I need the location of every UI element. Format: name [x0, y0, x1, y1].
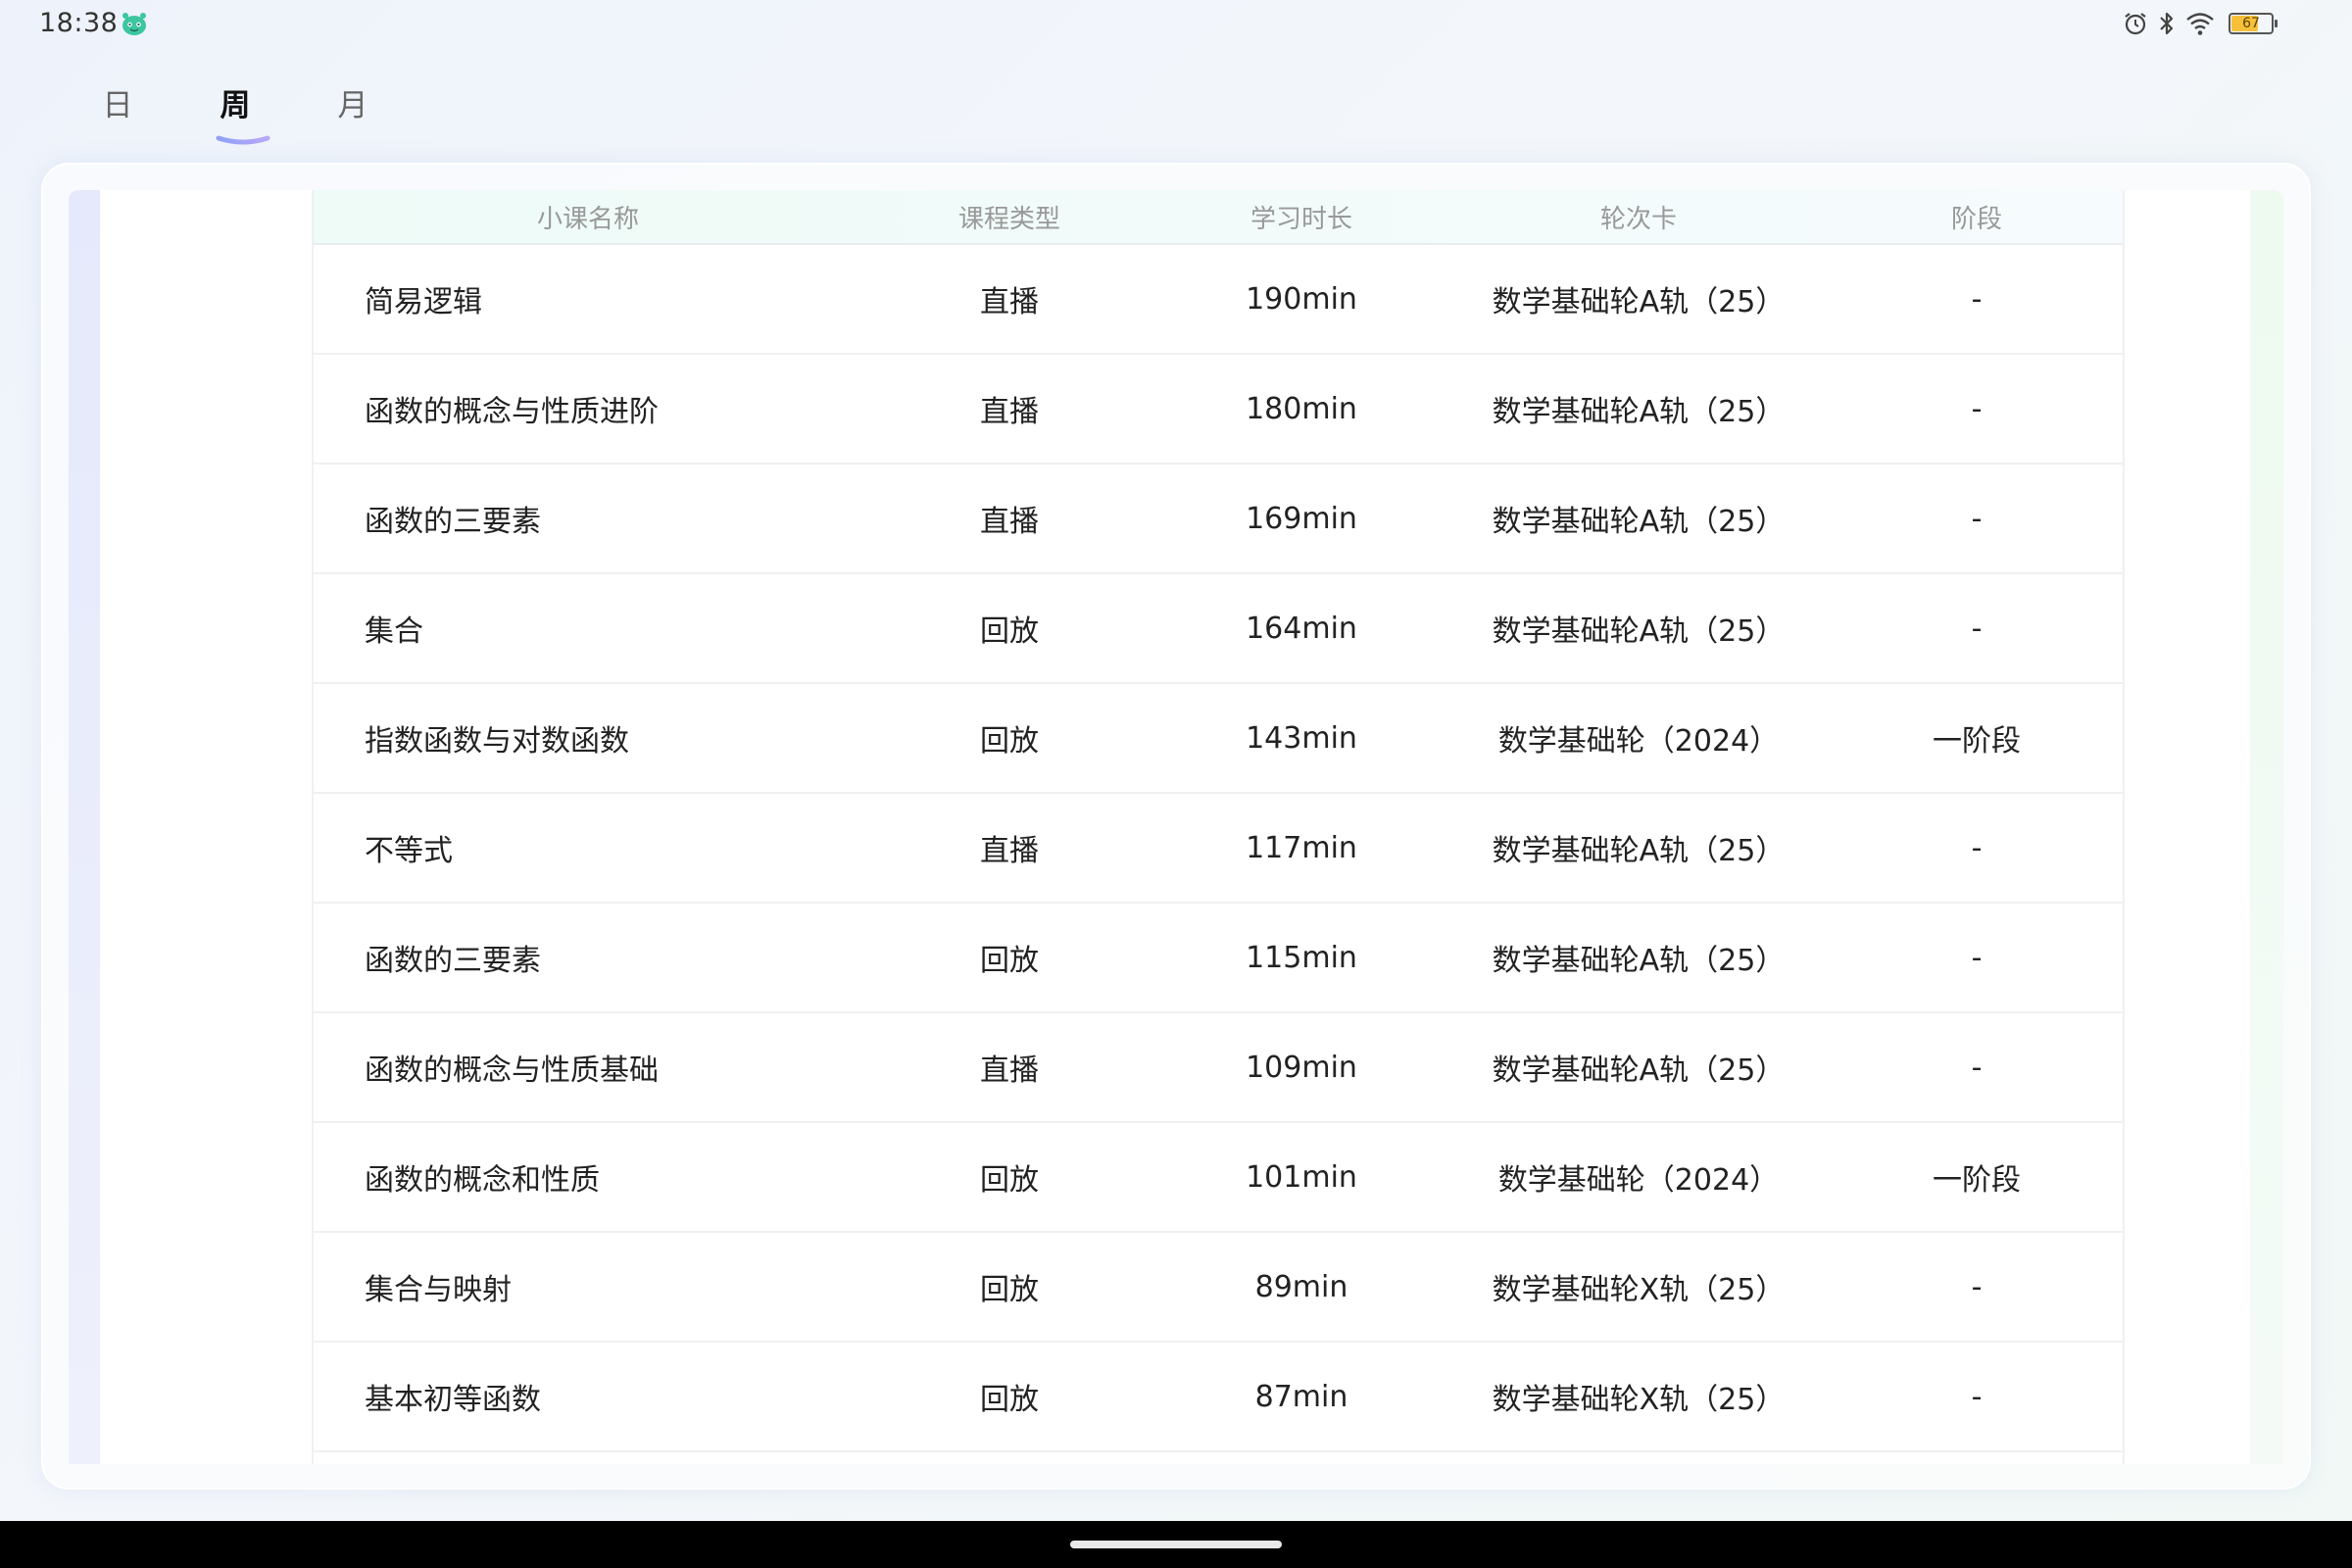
- stage-cell: -: [1971, 391, 1983, 426]
- lesson-name-cell: 函数的三要素: [365, 944, 541, 978]
- app-notification-icon: [122, 13, 146, 35]
- course-type-cell: 回放: [980, 1383, 1039, 1417]
- stage-cell: 一阶段: [1933, 724, 2021, 759]
- status-time: 18:38: [39, 8, 119, 38]
- header-course-type: 课程类型: [957, 204, 1060, 234]
- stage-cell: -: [1971, 281, 1983, 317]
- lesson-name-cell: 不等式: [365, 834, 453, 868]
- table-row[interactable]: 函数的概念和性质 回放 101min 数学基础轮（2024） 一阶段: [314, 1123, 2123, 1233]
- stage-cell: 一阶段: [1933, 1163, 2021, 1198]
- table-row[interactable]: 简易逻辑 直播 190min 数学基础轮A轨（25） -: [314, 245, 2123, 355]
- lesson-name-cell: 函数的概念与性质进阶: [365, 395, 659, 429]
- round-card-cell: 数学基础轮A轨（25）: [1492, 614, 1786, 649]
- alarm-icon: [2125, 13, 2146, 35]
- table-row[interactable]: 不等式 直播 117min 数学基础轮A轨（25） -: [314, 794, 2123, 904]
- study-duration-cell: 190min: [1246, 281, 1357, 317]
- study-duration-cell: 180min: [1246, 391, 1357, 426]
- study-duration-cell: 109min: [1246, 1050, 1357, 1085]
- table-row[interactable]: 基本初等函数 回放 87min 数学基础轮X轨（25） -: [314, 1343, 2123, 1452]
- lesson-name-cell: 简易逻辑: [365, 285, 482, 319]
- tab-week[interactable]: 周: [176, 80, 294, 145]
- table-row[interactable]: 函数的概念与性质基础 直播 109min 数学基础轮A轨（25） -: [314, 1013, 2123, 1123]
- round-card-cell: 数学基础轮A轨（25）: [1492, 1054, 1786, 1088]
- table-row[interactable]: 集合与映射 回放 89min 数学基础轮X轨（25） -: [314, 1233, 2123, 1343]
- stage-cell: -: [1971, 1269, 1983, 1304]
- round-card-cell: 数学基础轮（2024）: [1497, 724, 1780, 759]
- tab-day[interactable]: 日: [59, 80, 176, 124]
- lesson-table: 小课名称 课程类型 学习时长 轮次卡 阶段 简易逻辑 直播 190min 数学基础轮A…: [312, 190, 2125, 1464]
- course-type-cell: 回放: [980, 1273, 1039, 1307]
- status-icons: 67: [2123, 8, 2278, 39]
- lesson-name-cell: 基本初等函数: [365, 1383, 541, 1417]
- card-content: 小课名称 课程类型 学习时长 轮次卡 阶段 简易逻辑 直播 190min 数学基础轮A…: [69, 190, 2283, 1464]
- table-header: 小课名称 课程类型 学习时长 轮次卡 阶段: [314, 190, 2123, 245]
- table-body: 简易逻辑 直播 190min 数学基础轮A轨（25） - 函数的概念与性质进阶 直播 180m…: [314, 245, 2123, 1452]
- header-lesson-name: 小课名称: [536, 204, 639, 234]
- table-row[interactable]: 函数的概念与性质进阶 直播 180min 数学基础轮A轨（25） -: [314, 355, 2123, 465]
- stage-cell: -: [1971, 830, 1983, 865]
- round-card-cell: 数学基础轮A轨（25）: [1492, 944, 1786, 978]
- wifi-icon: [2186, 13, 2214, 35]
- course-type-cell: 直播: [980, 395, 1039, 429]
- course-type-cell: 直播: [980, 834, 1039, 868]
- round-card-cell: 数学基础轮（2024）: [1497, 1163, 1780, 1198]
- round-card-cell: 数学基础轮A轨（25）: [1492, 285, 1786, 319]
- header-study-duration: 学习时长: [1250, 204, 1352, 234]
- lesson-name-cell: 函数的概念与性质基础: [365, 1054, 659, 1088]
- course-type-cell: 回放: [980, 614, 1039, 649]
- stage-cell: -: [1971, 611, 1983, 646]
- stage-cell: -: [1971, 1379, 1983, 1414]
- table-row[interactable]: 指数函数与对数函数 回放 143min 数学基础轮（2024） 一阶段: [314, 684, 2123, 794]
- study-duration-cell: 143min: [1246, 720, 1357, 756]
- course-type-cell: 直播: [980, 1054, 1039, 1088]
- table-row[interactable]: 函数的三要素 回放 115min 数学基础轮A轨（25） -: [314, 904, 2123, 1013]
- tab-month[interactable]: 月: [294, 80, 412, 124]
- right-decor-strip: [2250, 190, 2283, 1464]
- course-type-cell: 回放: [980, 1163, 1039, 1198]
- course-type-cell: 直播: [980, 285, 1039, 319]
- study-duration-cell: 169min: [1246, 501, 1357, 536]
- stage-cell: -: [1971, 501, 1983, 536]
- bluetooth-icon: [2160, 12, 2174, 35]
- study-duration-cell: 164min: [1246, 611, 1357, 646]
- tab-active-indicator: [216, 135, 270, 145]
- course-type-cell: 回放: [980, 944, 1039, 978]
- lesson-name-cell: 函数的三要素: [365, 505, 541, 539]
- navigation-bar: [0, 1521, 2352, 1568]
- study-duration-cell: 115min: [1246, 940, 1357, 975]
- header-round-card: 轮次卡: [1599, 204, 1677, 234]
- study-records-card: 小课名称 课程类型 学习时长 轮次卡 阶段 简易逻辑 直播 190min 数学基础轮A…: [41, 163, 2311, 1490]
- round-card-cell: 数学基础轮A轨（25）: [1492, 395, 1786, 429]
- study-duration-cell: 117min: [1246, 830, 1357, 865]
- course-type-cell: 直播: [980, 505, 1039, 539]
- home-indicator[interactable]: [1070, 1541, 1282, 1548]
- stage-cell: -: [1971, 1050, 1983, 1085]
- study-duration-cell: 101min: [1246, 1159, 1357, 1195]
- left-decor-strip: [69, 190, 100, 1464]
- table-row[interactable]: 函数的三要素 直播 169min 数学基础轮A轨（25） -: [314, 465, 2123, 574]
- battery-icon: 67: [2229, 13, 2278, 34]
- lesson-name-cell: 集合与映射: [365, 1273, 512, 1307]
- round-card-cell: 数学基础轮X轨（25）: [1492, 1383, 1786, 1417]
- study-duration-cell: 87min: [1254, 1379, 1348, 1414]
- status-bar: 18:38 67: [0, 0, 2352, 51]
- course-type-cell: 回放: [980, 724, 1039, 759]
- battery-level: 67: [2242, 16, 2260, 31]
- header-stage: 阶段: [1950, 204, 2002, 234]
- table-row[interactable]: 集合 回放 164min 数学基础轮A轨（25） -: [314, 574, 2123, 684]
- lesson-name-cell: 指数函数与对数函数: [365, 724, 629, 759]
- round-card-cell: 数学基础轮A轨（25）: [1492, 834, 1786, 868]
- lesson-name-cell: 函数的概念和性质: [365, 1163, 600, 1198]
- study-duration-cell: 89min: [1254, 1269, 1348, 1304]
- lesson-name-cell: 集合: [365, 614, 423, 649]
- stage-cell: -: [1971, 940, 1983, 975]
- tab-week-label: 周: [220, 88, 251, 123]
- round-card-cell: 数学基础轮X轨（25）: [1492, 1273, 1786, 1307]
- round-card-cell: 数学基础轮A轨（25）: [1492, 505, 1786, 539]
